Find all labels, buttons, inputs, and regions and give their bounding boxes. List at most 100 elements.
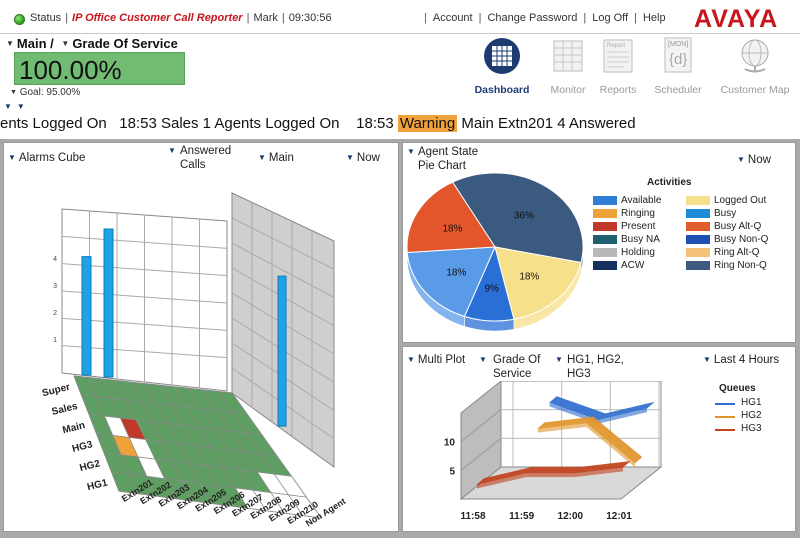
select-value: Last 4 Hours — [713, 354, 780, 366]
y-tick-label: 5 — [449, 466, 455, 477]
row-label: HG3 — [71, 439, 94, 455]
select-value: Now — [747, 154, 771, 166]
ticker-controls: ▼▼ — [4, 102, 30, 111]
main-nav: Dashboard Monitor Report Reports [MON] {… — [470, 36, 795, 96]
multi-time-select[interactable]: ▼ Last 4 Hours — [703, 353, 779, 367]
legend-label: Holding — [621, 247, 655, 258]
logo-text: AVAYA — [694, 5, 778, 32]
back-tick-label: 4 — [53, 256, 57, 263]
log-off-link[interactable]: Log Off — [592, 12, 628, 24]
cube-back-wall: 4 3 2 1 — [53, 208, 228, 392]
app-title: IP Office Customer Call Reporter — [72, 12, 243, 24]
reports-icon-text: Report — [607, 43, 625, 49]
kpi-value: 100.00% — [19, 55, 122, 85]
nav-label: Customer Map — [720, 84, 790, 96]
status-label[interactable]: Status — [30, 12, 61, 24]
dropdown-arrow-icon[interactable]: ▼ — [61, 39, 69, 48]
stat-select[interactable]: ▼ — [168, 144, 179, 158]
account-links: | Account | Change Password | Log Off | Help — [424, 12, 666, 24]
alarms-cube-chart: 4321 SuperSalesMainHG3HG2HG1 Extn201Extn2… — [41, 192, 347, 528]
legend-label: Ring Non-Q — [714, 260, 767, 271]
kpi-tile[interactable]: 100.00% — [14, 52, 185, 85]
row-label: Sales — [51, 401, 79, 418]
legend-label: Available — [621, 195, 662, 206]
dropdown-arrow-icon: ▼ — [407, 147, 415, 156]
alarm-bar — [103, 228, 114, 378]
stat-select-value[interactable]: Answered Calls — [180, 144, 231, 172]
multi-stat-select[interactable]: ▼ — [479, 353, 490, 367]
kpi-goal: ▼ Goal: 95.00% — [10, 87, 80, 98]
agent-state-pie-panel: ▼ Agent State Pie Chart ▼ Now 36% 18% 9% 18%… — [402, 142, 796, 343]
legend-label: HG1 — [741, 397, 762, 408]
change-password-link[interactable]: Change Password — [487, 12, 577, 24]
status-indicator-icon — [14, 14, 25, 25]
pie-time-select[interactable]: ▼ Now — [737, 153, 771, 167]
legend-label: Ring Alt-Q — [714, 247, 760, 258]
legend-swatch — [593, 222, 617, 231]
panel-type-select[interactable]: ▼ Alarms Cube — [8, 151, 85, 165]
back-tick-label: 2 — [53, 310, 57, 317]
legend-swatch — [593, 261, 617, 270]
x-tick-label: 12:00 — [558, 511, 584, 522]
legend-swatch — [593, 235, 617, 244]
legend-label: HG2 — [741, 410, 762, 421]
help-link[interactable]: Help — [643, 12, 666, 24]
reports-icon: Report — [603, 39, 633, 73]
dropdown-arrow-icon: ▼ — [555, 355, 563, 364]
dropdown-arrow-icon: ▼ — [346, 153, 354, 162]
pie-slice-label: 36% — [514, 210, 534, 221]
account-link[interactable]: Account — [433, 12, 473, 24]
pie-slice-label: 9% — [484, 284, 499, 295]
nav-scheduler[interactable]: [MON] {d} Scheduler — [646, 36, 710, 96]
legend-swatch — [686, 235, 710, 244]
alarm-bar — [81, 256, 92, 376]
dropdown-arrow-icon[interactable]: ▼ — [6, 39, 14, 48]
top-divider — [0, 33, 800, 34]
nav-label: Dashboard — [474, 84, 530, 96]
series-ribbon — [524, 466, 583, 474]
legend-line — [715, 429, 735, 431]
legend-swatch — [686, 196, 710, 205]
x-tick-label: 12:01 — [606, 511, 632, 522]
select-value: Now — [356, 152, 380, 164]
ticker-item: ents Logged On — [0, 115, 107, 132]
legend-swatch — [593, 196, 617, 205]
dropdown-arrow-icon[interactable]: ▼ — [10, 89, 17, 96]
user-name: Mark — [253, 12, 278, 24]
nav-reports[interactable]: Report Reports — [586, 36, 650, 96]
multi-stat-value[interactable]: Grade Of Service — [493, 353, 540, 381]
multi-queue-select[interactable]: ▼ — [555, 353, 566, 367]
alarms-cube-panel: ▼ Alarms Cube ▼ Answered Calls ▼ Main ▼ Now… — [3, 142, 399, 532]
time-select[interactable]: ▼ Now — [346, 151, 380, 165]
multi-queue-value[interactable]: HG1, HG2, HG3 — [567, 353, 624, 381]
agent-state-pie-chart: 36% 18% 9% 18% 18% — [406, 172, 584, 332]
pie-slice-label: 18% — [446, 267, 466, 278]
legend-line — [715, 403, 735, 405]
top-bar: Status | IP Office Customer Call Reporter |… — [0, 0, 800, 36]
multi-type-select[interactable]: ▼ Multi Plot — [407, 353, 465, 367]
dropdown-arrow-icon[interactable]: ▼ — [17, 102, 30, 111]
select-value: Multi Plot — [417, 354, 466, 366]
ticker-time: 18:53 — [356, 115, 394, 132]
scheduler-icon: [MON] {d} — [664, 37, 692, 73]
breadcrumb-grade-of-service[interactable]: Grade Of Service — [72, 36, 178, 51]
nav-customer-map[interactable]: Customer Map — [714, 36, 796, 96]
back-tick-label: 3 — [53, 283, 57, 290]
breadcrumb-main[interactable]: Main / — [17, 36, 54, 51]
pie-type-value[interactable]: Agent State Pie Chart — [418, 145, 478, 173]
legend-label: HG3 — [741, 423, 762, 434]
row-label: HG2 — [79, 458, 102, 474]
row-label: HG1 — [86, 477, 109, 493]
ticker-item: Main Extn201 4 Answered — [461, 115, 636, 132]
dropdown-arrow-icon[interactable]: ▼ — [4, 102, 17, 111]
nav-label: Reports — [599, 84, 637, 96]
legend-label: Busy Non-Q — [714, 234, 769, 245]
monitor-icon — [553, 40, 583, 72]
pie-type-select[interactable]: ▼ — [407, 145, 418, 159]
nav-dashboard[interactable]: Dashboard — [470, 36, 534, 96]
legend-swatch — [686, 222, 710, 231]
queue-select[interactable]: ▼ Main — [258, 151, 294, 165]
event-ticker: ents Logged On 18:53 Sales 1 Agents Logg… — [0, 115, 800, 137]
x-tick-label: 11:58 — [460, 511, 485, 522]
scheduler-icon-text: [MON] — [668, 41, 688, 48]
